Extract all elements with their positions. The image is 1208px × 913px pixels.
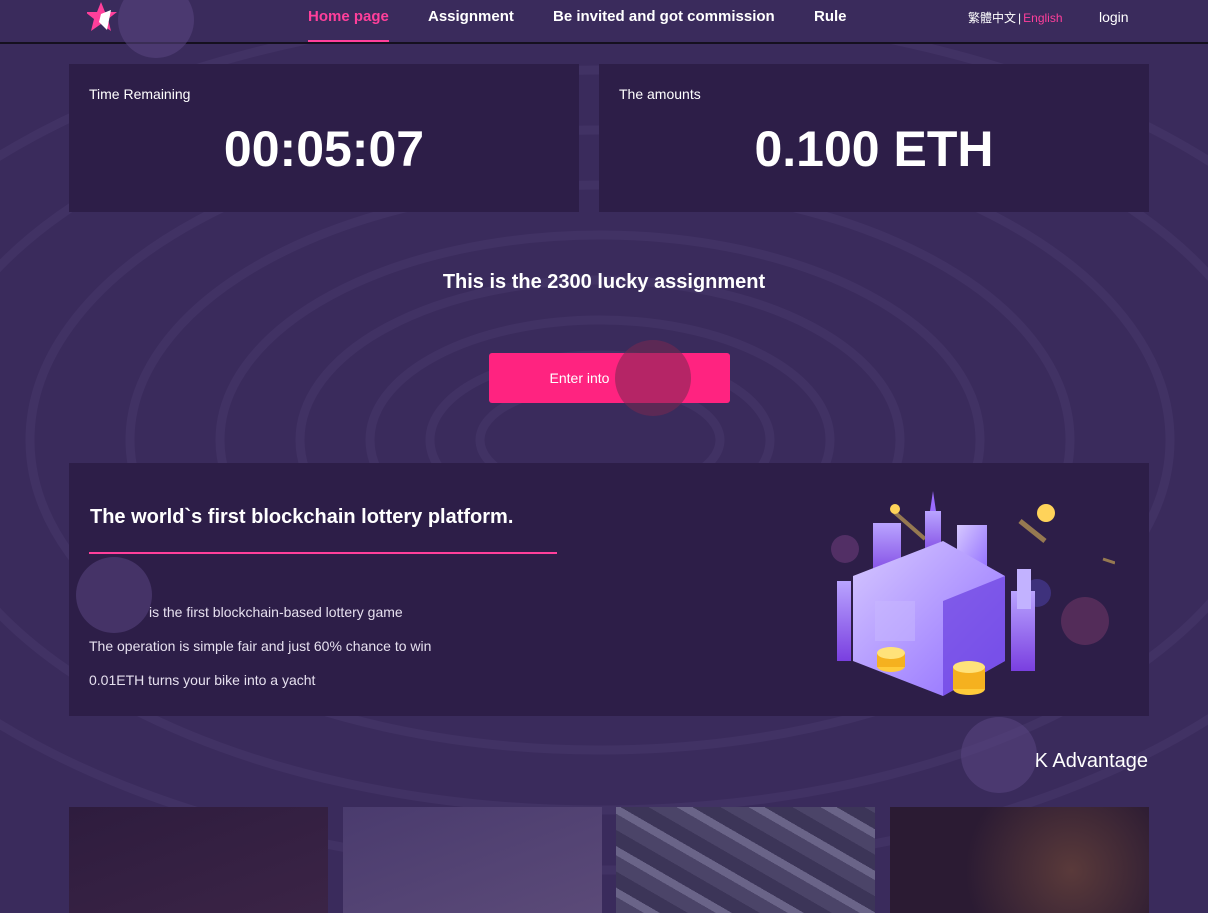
platform-section: The world`s first blockchain lottery pla… [69, 463, 1149, 716]
lucky-assignment-text: This is the 2300 lucky assignment [442, 271, 766, 293]
language-switcher: 繁體中文 | English [968, 9, 1063, 26]
lang-separator: | [1018, 11, 1022, 25]
login-link[interactable]: login [1099, 9, 1129, 25]
overlay-circle [615, 340, 691, 416]
nav-assignment[interactable]: Assignment [428, 0, 514, 42]
platform-line-3: 0.01ETH turns your bike into a yacht [89, 672, 316, 688]
amount-value: 0.100 ETH [754, 121, 994, 177]
advantage-heading: K Advantage [1034, 750, 1148, 772]
advantage-tile-4[interactable] [890, 807, 1149, 913]
star-logo-icon[interactable] [87, 0, 121, 34]
platform-line-2: The operation is simple fair and just 60… [89, 638, 432, 654]
lang-traditional-chinese[interactable]: 繁體中文 [968, 11, 1016, 25]
overlay-circle [76, 557, 152, 633]
amount-card: The amounts 0.100 ETH [599, 64, 1149, 212]
time-remaining-card: Time Remaining 00:05:07 [69, 64, 579, 212]
time-remaining-label: Time Remaining [89, 86, 191, 102]
advantage-tile-3[interactable] [616, 807, 875, 913]
nav-rule[interactable]: Rule [814, 0, 847, 42]
lang-english[interactable]: English [1023, 11, 1062, 25]
overlay-circle [961, 717, 1037, 793]
title-underline [89, 552, 557, 554]
nav-home-page[interactable]: Home page [308, 0, 389, 42]
enter-into-button[interactable]: Enter into [489, 353, 730, 403]
platform-line-1: is the first blockchain-based lottery ga… [149, 604, 403, 620]
time-remaining-value: 00:05:07 [223, 121, 425, 177]
advantage-tile-1[interactable] [69, 807, 328, 913]
blockchain-city-illustration [831, 491, 1115, 696]
nav-invited-commission[interactable]: Be invited and got commission [553, 0, 775, 42]
advantage-tile-2[interactable] [343, 807, 602, 913]
enter-into-label: Enter into [549, 370, 610, 386]
amount-label: The amounts [619, 86, 701, 102]
platform-title: The world`s first blockchain lottery pla… [90, 506, 514, 528]
